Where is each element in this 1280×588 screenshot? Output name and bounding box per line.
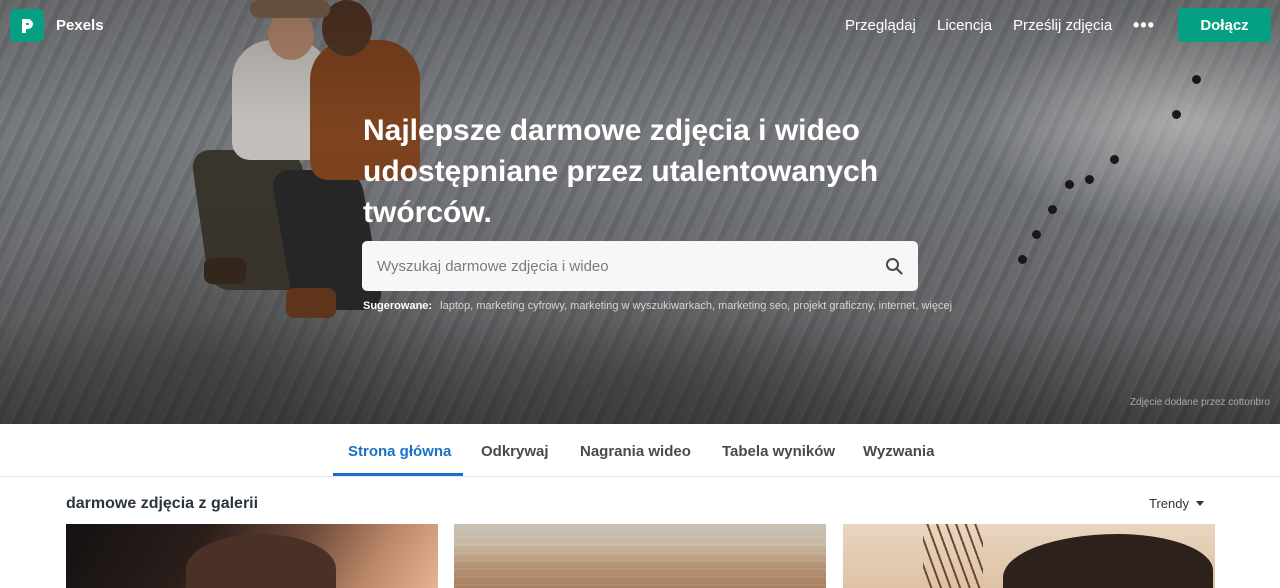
hero-title: Najlepsze darmowe zdjęcia i wideo udostę… [363, 114, 879, 229]
tab-challenges[interactable]: Wyzwania [863, 443, 934, 460]
gallery-title: darmowe zdjęcia z galerii [66, 495, 259, 512]
tab-leaderboard[interactable]: Tabela wyników [722, 443, 835, 460]
tab-videos[interactable]: Nagrania wideo [580, 443, 691, 460]
brand-name[interactable]: Pexels [56, 17, 104, 34]
photo-plant [923, 524, 983, 588]
suggested-searches: Sugerowane: laptop, marketing cyfrowy, m… [363, 300, 952, 312]
active-tab-indicator [333, 473, 463, 476]
suggested-label: Sugerowane: [363, 300, 433, 312]
gallery-photo[interactable] [454, 524, 826, 588]
caret-down-icon[interactable] [1196, 501, 1204, 506]
more-dots-icon[interactable]: ••• [1133, 15, 1155, 36]
hero-banner: Pexels Przeglądaj Licencja Prześlij zdję… [0, 0, 1280, 424]
join-button[interactable]: Dołącz [1178, 8, 1271, 42]
sort-dropdown[interactable]: Trendy [1149, 496, 1189, 511]
gallery-photo[interactable] [843, 524, 1215, 588]
search-input[interactable] [362, 241, 872, 291]
section-tabs: Strona główna Odkrywaj Nagrania wideo Ta… [0, 424, 1280, 477]
top-navbar: Pexels Przeglądaj Licencja Prześlij zdję… [0, 0, 1280, 52]
nav-link-upload[interactable]: Prześlij zdjęcia [1013, 17, 1112, 34]
photo-credit[interactable]: Zdjęcie dodane przez cottonbro [1130, 397, 1270, 408]
photo-texture [454, 524, 826, 588]
tab-discover[interactable]: Odkrywaj [481, 443, 549, 460]
search-box [362, 241, 918, 291]
photo-subject [1003, 534, 1213, 588]
nav-link-license[interactable]: Licencja [937, 17, 992, 34]
nav-link-browse[interactable]: Przeglądaj [845, 17, 916, 34]
search-icon[interactable] [885, 257, 903, 275]
photo-subject [186, 534, 336, 588]
suggested-links[interactable]: laptop, marketing cyfrowy, marketing w w… [440, 300, 952, 312]
gallery-photo[interactable] [66, 524, 438, 588]
tab-home[interactable]: Strona główna [348, 443, 451, 460]
pexels-logo-icon[interactable] [10, 9, 44, 42]
